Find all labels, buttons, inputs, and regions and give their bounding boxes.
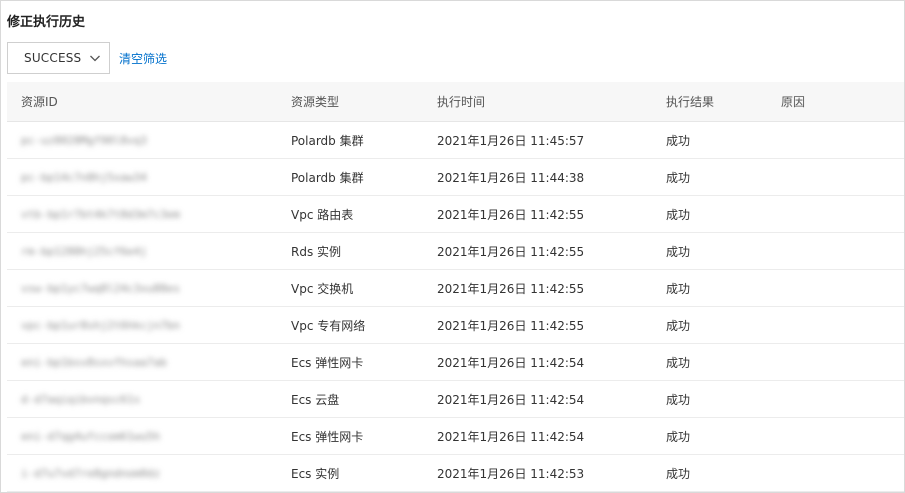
resource-id-cell: pc-bp14c7n8hj5xaw34 (21, 170, 147, 184)
result-cell: 成功 (666, 281, 691, 296)
clear-filter-link[interactable]: 清空筛选 (119, 50, 167, 67)
execution-time-cell: 2021年1月26日 11:45:57 (437, 133, 585, 148)
resource-type-cell: Rds 实例 (291, 244, 342, 259)
table-row: vsw-bp1yc7wq8l24c3xu88es Vpc 交换机 2021年1月26… (7, 270, 904, 307)
table-header: 资源ID 资源类型 执行时间 执行结果 原因 (7, 82, 904, 122)
execution-time-cell: 2021年1月26日 11:42:55 (437, 207, 585, 222)
resource-id-cell: d-d7aqiqibvnqsc61s (21, 392, 141, 406)
page-title: 修正执行历史 (7, 15, 86, 30)
resource-type-cell: Vpc 路由表 (291, 207, 354, 222)
execution-time-cell: 2021年1月26日 11:42:54 (437, 392, 585, 407)
resource-type-cell: Ecs 弹性网卡 (291, 355, 364, 370)
status-filter-value: SUCCESS (24, 51, 82, 65)
result-cell: 成功 (666, 318, 691, 333)
result-cell: 成功 (666, 244, 691, 259)
table-row: d-d7aqiqibvnqsc61s Ecs 云盘 2021年1月26日 11:42… (7, 381, 904, 418)
execution-time-cell: 2021年1月26日 11:42:53 (437, 466, 585, 481)
resource-id-cell: eni-bp1bsv8sxvfhsaa7ab (21, 355, 167, 369)
column-header-execution-time[interactable]: 执行时间 (437, 93, 485, 110)
result-cell: 成功 (666, 429, 691, 444)
resource-type-cell: Vpc 交换机 (291, 281, 354, 296)
execution-time-cell: 2021年1月26日 11:42:54 (437, 429, 585, 444)
execution-time-cell: 2021年1月26日 11:42:55 (437, 318, 585, 333)
resource-id-cell: vtb-bp1r7bt4k7t8d3m7c3em (21, 207, 180, 221)
result-cell: 成功 (666, 207, 691, 222)
table-row: pc-bp14c7n8hj5xaw34 Polardb 集群 2021年1月26日 … (7, 159, 904, 196)
status-filter-select[interactable]: SUCCESS (7, 42, 110, 74)
history-table: 资源ID 资源类型 执行时间 执行结果 原因 pc-uz8028Mgf90l8v… (7, 82, 904, 492)
column-header-resource-id[interactable]: 资源ID (21, 93, 58, 110)
resource-type-cell: Vpc 专有网络 (291, 318, 366, 333)
resource-id-cell: vsw-bp1yc7wq8l24c3xu88es (21, 281, 180, 295)
execution-time-cell: 2021年1月26日 11:42:54 (437, 355, 585, 370)
resource-id-cell: pc-uz8028Mgf90l8vq3 (21, 133, 147, 147)
resource-type-cell: Polardb 集群 (291, 133, 364, 148)
table-row: rm-bp1288hj25cf6e4j Rds 实例 2021年1月26日 11:4… (7, 233, 904, 270)
filter-toolbar: SUCCESS 清空筛选 (7, 42, 167, 74)
resource-id-cell: rm-bp1288hj25cf6e4j (21, 244, 147, 258)
table-row: eni-d7qg4ufccom61wu5h Ecs 弹性网卡 2021年1月26日 … (7, 418, 904, 455)
execution-history-panel: 修正执行历史 SUCCESS 清空筛选 资源ID 资源类型 执行时间 执行结果 … (0, 0, 905, 493)
execution-time-cell: 2021年1月26日 11:44:38 (437, 170, 585, 185)
table-row: vpc-bp1ur8shj2t6hkcjn7bn Vpc 专有网络 2021年1月2… (7, 307, 904, 344)
resource-id-cell: eni-d7qg4ufccom61wu5h (21, 429, 161, 443)
execution-time-cell: 2021年1月26日 11:42:55 (437, 281, 585, 296)
chevron-down-icon (89, 52, 101, 64)
resource-id-cell: i-d7u7vd7re8gndnom0dz (21, 466, 161, 480)
table-row: vtb-bp1r7bt4k7t8d3m7c3em Vpc 路由表 2021年1月26… (7, 196, 904, 233)
result-cell: 成功 (666, 355, 691, 370)
resource-type-cell: Ecs 弹性网卡 (291, 429, 364, 444)
column-header-resource-type[interactable]: 资源类型 (291, 93, 339, 110)
resource-type-cell: Ecs 云盘 (291, 392, 340, 407)
result-cell: 成功 (666, 170, 691, 185)
resource-type-cell: Ecs 实例 (291, 466, 340, 481)
result-cell: 成功 (666, 392, 691, 407)
table-row: i-d7u7vd7re8gndnom0dz Ecs 实例 2021年1月26日 11… (7, 455, 904, 492)
resource-id-cell: vpc-bp1ur8shj2t6hkcjn7bn (21, 318, 180, 332)
column-header-result[interactable]: 执行结果 (666, 93, 714, 110)
table-row: eni-bp1bsv8sxvfhsaa7ab Ecs 弹性网卡 2021年1月26日… (7, 344, 904, 381)
result-cell: 成功 (666, 466, 691, 481)
table-body: pc-uz8028Mgf90l8vq3 Polardb 集群 2021年1月26日 … (7, 122, 904, 492)
column-header-reason[interactable]: 原因 (781, 93, 805, 110)
result-cell: 成功 (666, 133, 691, 148)
resource-type-cell: Polardb 集群 (291, 170, 364, 185)
table-row: pc-uz8028Mgf90l8vq3 Polardb 集群 2021年1月26日 … (7, 122, 904, 159)
execution-time-cell: 2021年1月26日 11:42:55 (437, 244, 585, 259)
